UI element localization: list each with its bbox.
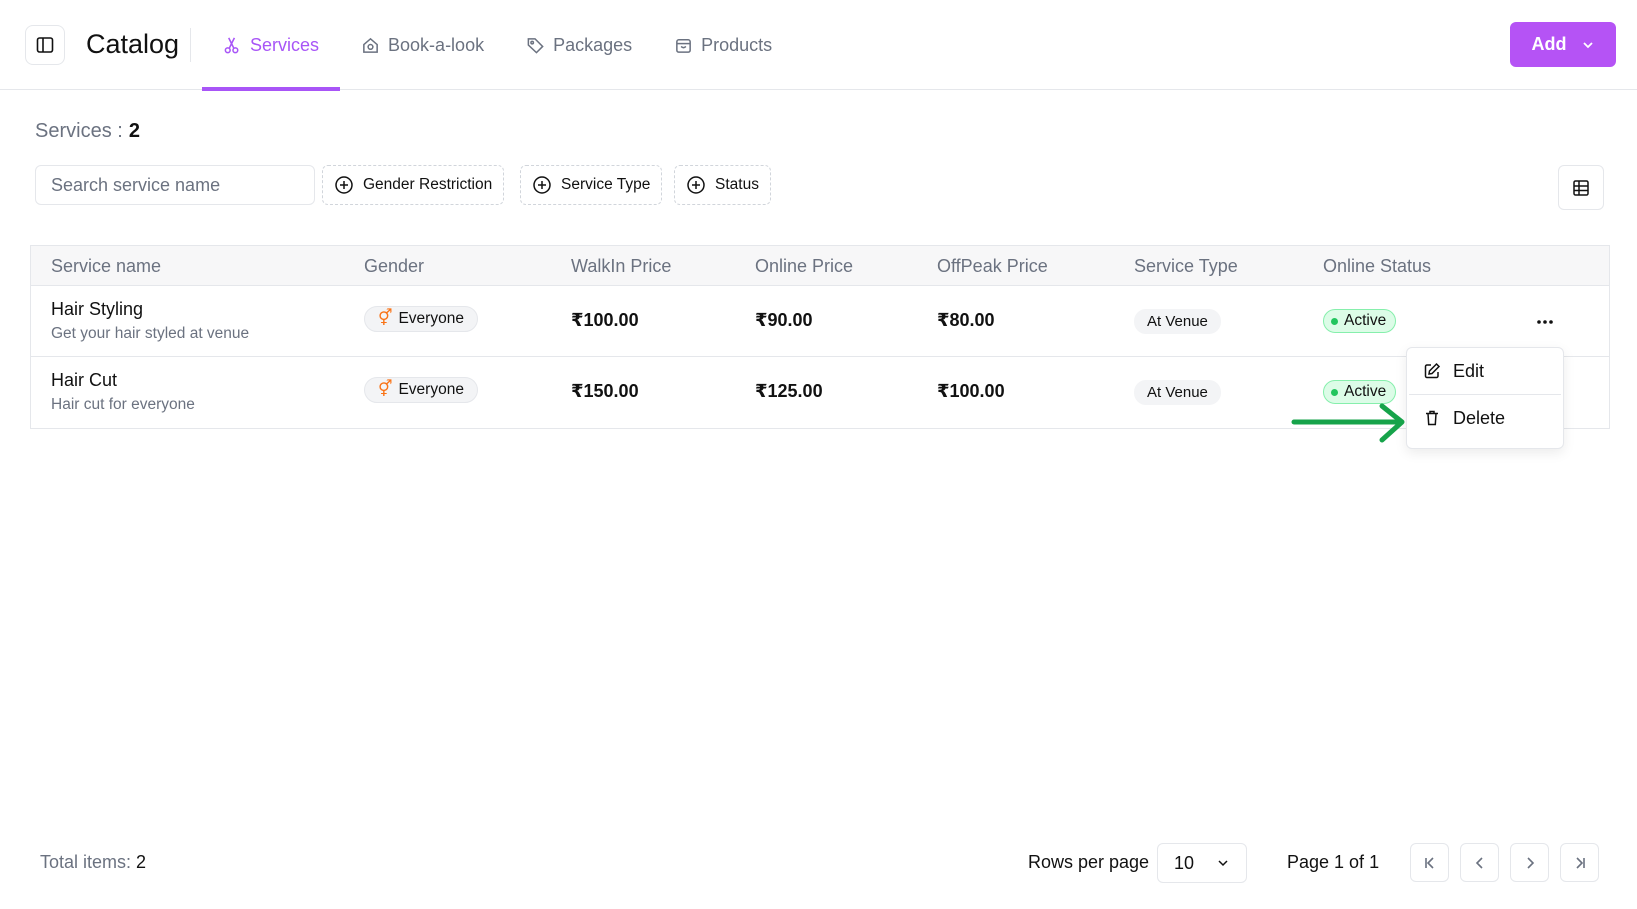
total-items: Total items: 2: [40, 852, 146, 873]
tab-label: Book-a-look: [388, 34, 485, 55]
status-label: Active: [1344, 312, 1387, 329]
edit-label: Edit: [1453, 360, 1485, 381]
chevrons-first-icon: [1424, 856, 1434, 869]
table-header: Service name Gender WalkIn Price Online …: [31, 246, 1609, 286]
next-page-button[interactable]: [1510, 843, 1549, 882]
delete-label: Delete: [1453, 407, 1506, 428]
status-badge: Active: [1323, 309, 1397, 333]
rows-per-page-select[interactable]: 10: [1157, 843, 1247, 883]
rows-per-page-label: Rows per page: [1028, 852, 1150, 872]
catalog-tabs: Services Book-a-look Packages Products: [202, 0, 793, 91]
service-name: Hair Styling: [51, 299, 144, 319]
page-title: Catalog: [86, 29, 180, 59]
tab-packages[interactable]: Packages: [505, 0, 653, 90]
service-type-badge: At Venue: [1134, 380, 1221, 405]
walkin-price: ₹150.00: [571, 381, 639, 401]
total-items-count: 2: [136, 852, 147, 872]
service-description: Get your hair styled at venue: [51, 325, 250, 342]
gender-label: Everyone: [398, 310, 464, 327]
plus-circle-icon: [533, 176, 551, 194]
chevron-left-icon: [1475, 856, 1483, 869]
annotation-arrow-icon: [1291, 403, 1405, 443]
chevron-right-icon: [1526, 856, 1534, 869]
table-row[interactable]: Hair Styling Get your hair styled at ven…: [31, 286, 1609, 357]
rows-per-page-value: 10: [1174, 852, 1195, 873]
status-dot: [1331, 388, 1338, 396]
gender-icon: ⚥: [378, 310, 393, 327]
plus-circle-icon: [335, 176, 353, 194]
gender-badge: ⚥ Everyone: [364, 377, 478, 403]
row-actions-button[interactable]: [1531, 308, 1559, 336]
services-count-value: 2: [128, 120, 140, 142]
package-icon: [676, 38, 692, 53]
tab-label: Services: [250, 34, 320, 55]
filter-label: Gender Restriction: [363, 176, 493, 193]
gender-label: Everyone: [398, 381, 464, 398]
page-indicator: Page 1 of 1: [1287, 852, 1380, 872]
offpeak-price: ₹80.00: [937, 310, 995, 330]
tab-products[interactable]: Products: [653, 0, 793, 90]
tab-book-a-look[interactable]: Book-a-look: [340, 0, 505, 90]
column-header-gender[interactable]: Gender: [364, 246, 424, 286]
offpeak-price: ₹100.00: [937, 381, 1005, 401]
tab-label: Packages: [553, 34, 633, 55]
services-count: Services :2: [35, 120, 140, 143]
column-header-offpeak-price[interactable]: OffPeak Price: [937, 246, 1048, 286]
title-divider: [190, 28, 191, 62]
add-button[interactable]: Add: [1510, 22, 1616, 67]
service-description: Hair cut for everyone: [51, 396, 195, 413]
status-badge: Active: [1323, 380, 1397, 404]
chevron-down-icon: [1218, 860, 1228, 867]
service-type-filter-button[interactable]: Service Type: [520, 165, 663, 205]
column-header-online-price[interactable]: Online Price: [755, 246, 853, 286]
edit-menu-item[interactable]: Edit: [1407, 348, 1563, 394]
services-count-label: Services :: [35, 120, 123, 142]
row-actions-menu: Edit Delete: [1406, 347, 1564, 449]
status-filter-button[interactable]: Status: [674, 165, 771, 205]
total-items-label: Total items:: [40, 852, 132, 872]
previous-page-button[interactable]: [1460, 843, 1499, 882]
column-header-service-name[interactable]: Service name: [51, 246, 161, 286]
online-price: ₹125.00: [755, 381, 823, 401]
plus-circle-icon: [687, 176, 705, 194]
trash-icon: [1426, 410, 1438, 426]
search-input[interactable]: [35, 165, 315, 205]
column-header-walkin-price[interactable]: WalkIn Price: [571, 246, 671, 286]
sidebar-toggle-button[interactable]: [25, 25, 65, 65]
house-icon: [363, 37, 378, 53]
gender-restriction-filter-button[interactable]: Gender Restriction: [322, 165, 505, 205]
chevron-down-icon: [1582, 41, 1593, 48]
table-grid-icon: [1573, 179, 1589, 196]
scissors-icon: [224, 37, 239, 53]
walkin-price: ₹100.00: [571, 310, 639, 330]
gender-icon: ⚥: [378, 381, 393, 398]
service-type-badge: At Venue: [1134, 309, 1221, 334]
top-bar: Catalog Services Book-a-look Packages Pr…: [0, 0, 1637, 91]
delete-menu-item[interactable]: Delete: [1407, 395, 1563, 441]
add-button-label: Add: [1531, 34, 1567, 54]
filter-label: Service Type: [561, 176, 651, 193]
first-page-button[interactable]: [1410, 843, 1449, 882]
sidebar-icon: [36, 37, 54, 53]
table-view-toggle-button[interactable]: [1558, 165, 1604, 210]
tab-services[interactable]: Services: [202, 0, 341, 91]
service-name: Hair Cut: [51, 370, 118, 390]
tag-icon: [527, 37, 544, 54]
status-dot: [1331, 317, 1338, 325]
chevrons-last-icon: [1575, 856, 1585, 869]
gender-badge: ⚥ Everyone: [364, 306, 478, 332]
online-price: ₹90.00: [755, 310, 813, 330]
edit-icon: [1424, 362, 1441, 379]
tab-label: Products: [701, 34, 773, 55]
more-horizontal-icon: [1537, 320, 1553, 324]
column-header-online-status[interactable]: Online Status: [1323, 246, 1431, 286]
last-page-button[interactable]: [1560, 843, 1599, 882]
filter-label: Status: [715, 176, 759, 193]
status-label: Active: [1344, 383, 1387, 400]
column-header-service-type[interactable]: Service Type: [1134, 246, 1238, 286]
